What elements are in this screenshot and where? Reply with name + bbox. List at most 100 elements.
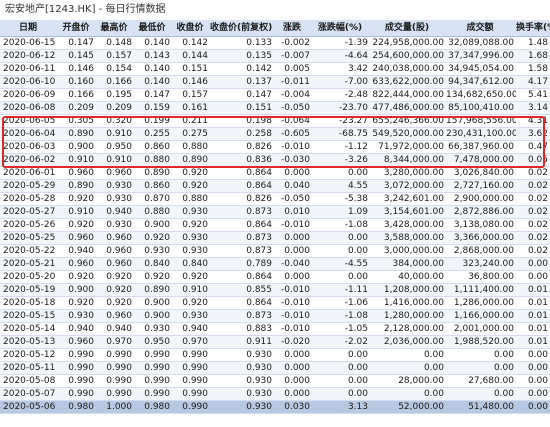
column-header[interactable]: 涨跌幅(%) xyxy=(312,20,370,37)
table-cell: 0.890 xyxy=(134,283,172,297)
column-header[interactable]: 收盘价(前复权) xyxy=(210,20,274,37)
table-cell: 0.880 xyxy=(172,192,210,206)
table-cell: 0.930 xyxy=(210,387,274,401)
table-row[interactable]: 2020-05-29 0.890 0.930 0.860 0.920 0.864 0.040… xyxy=(0,179,550,193)
table-cell: 34,945,054.00 xyxy=(446,62,516,76)
table-cell: 3,072,000.00 xyxy=(370,179,446,193)
table-cell: -1.05 xyxy=(312,322,370,336)
column-header[interactable]: 成交额 xyxy=(446,20,516,37)
table-cell: 0.000 xyxy=(274,348,312,362)
table-row[interactable]: 2020-05-27 0.910 0.940 0.880 0.930 0.873 0.010… xyxy=(0,205,550,219)
date-cell: 2020-06-11 xyxy=(0,62,58,76)
table-cell: 0.890 xyxy=(134,166,172,180)
date-cell: 2020-06-04 xyxy=(0,127,58,141)
table-cell: 0.920 xyxy=(172,179,210,193)
table-row[interactable]: 2020-05-15 0.930 0.960 0.900 0.930 0.873 -0.01… xyxy=(0,309,550,323)
column-header[interactable]: 最高价 xyxy=(96,20,134,37)
column-header[interactable]: 成交量(股) xyxy=(370,20,446,37)
table-cell: 0.990 xyxy=(172,387,210,401)
table-cell: 0.143 xyxy=(134,49,172,63)
table-cell: 0.320 xyxy=(96,114,134,128)
table-cell: 0.00 xyxy=(516,374,550,388)
column-header[interactable]: 收盘价 xyxy=(172,20,210,37)
table-cell: 40,000.00 xyxy=(370,270,446,284)
table-cell: 0.940 xyxy=(96,205,134,219)
table-cell: 0.00 xyxy=(312,231,370,245)
table-cell: 0.910 xyxy=(96,153,134,167)
table-cell: 0.864 xyxy=(210,296,274,310)
table-row[interactable]: 2020-05-25 0.960 0.960 0.920 0.930 0.873 0.000… xyxy=(0,231,550,245)
table-cell: 0.00 xyxy=(516,361,550,375)
table-cell: 4.31 xyxy=(516,114,550,128)
table-cell: 0.00 xyxy=(516,400,550,414)
column-header[interactable]: 换手率(%) xyxy=(516,20,550,37)
table-row[interactable]: 2020-06-09 0.166 0.195 0.147 0.157 0.147 -0.00… xyxy=(0,88,550,102)
table-cell: 224,958,000.00 xyxy=(370,36,446,50)
table-row[interactable]: 2020-05-18 0.920 0.920 0.900 0.920 0.864 -0.01… xyxy=(0,296,550,310)
column-header[interactable]: 开盘价 xyxy=(58,20,96,37)
table-cell: 0.890 xyxy=(58,127,96,141)
table-cell: 1,280,000.00 xyxy=(370,309,446,323)
table-row[interactable]: 2020-05-06 0.980 1.000 0.980 0.990 0.930 0.030… xyxy=(0,400,550,414)
table-cell: 1.09 xyxy=(312,205,370,219)
table-cell: -1.06 xyxy=(312,296,370,310)
table-cell: -1.12 xyxy=(312,140,370,154)
column-header[interactable]: 涨跌 xyxy=(274,20,312,37)
table-row[interactable]: 2020-06-01 0.960 0.960 0.890 0.920 0.864 0.000… xyxy=(0,166,550,180)
table-row[interactable]: 2020-06-03 0.900 0.950 0.860 0.880 0.826 -0.01… xyxy=(0,140,550,154)
date-cell: 2020-05-21 xyxy=(0,257,58,271)
table-cell: 0.960 xyxy=(96,244,134,258)
table-cell: 0.920 xyxy=(96,270,134,284)
table-cell: 0.02 xyxy=(516,192,550,206)
table-cell: 0.137 xyxy=(210,75,274,89)
table-cell: 0.970 xyxy=(96,335,134,349)
table-row[interactable]: 2020-05-22 0.940 0.960 0.930 0.930 0.873 0.000… xyxy=(0,244,550,258)
table-row[interactable]: 2020-05-19 0.900 0.920 0.890 0.910 0.855 -0.01… xyxy=(0,283,550,297)
table-row[interactable]: 2020-06-04 0.890 0.910 0.255 0.275 0.258 -0.60… xyxy=(0,127,550,141)
table-row[interactable]: 2020-05-11 0.990 0.990 0.990 0.990 0.930 0.000… xyxy=(0,361,550,375)
table-row[interactable]: 2020-05-13 0.960 0.970 0.950 0.970 0.911 -0.02… xyxy=(0,335,550,349)
date-cell: 2020-06-10 xyxy=(0,75,58,89)
table-cell: 0.00 xyxy=(370,361,446,375)
table-row[interactable]: 2020-05-07 0.990 0.990 0.990 0.990 0.930 0.000… xyxy=(0,387,550,401)
table-cell: 0.864 xyxy=(210,270,274,284)
date-cell: 2020-05-28 xyxy=(0,192,58,206)
table-cell: -0.007 xyxy=(274,49,312,63)
table-row[interactable]: 2020-05-28 0.920 0.930 0.870 0.880 0.826 -0.05… xyxy=(0,192,550,206)
table-cell: 0.990 xyxy=(134,361,172,375)
table-cell: -0.010 xyxy=(274,283,312,297)
table-cell: 0.166 xyxy=(58,88,96,102)
table-cell: 0.157 xyxy=(172,88,210,102)
table-cell: 0.930 xyxy=(210,400,274,414)
table-cell: 0.209 xyxy=(96,101,134,115)
table-cell: 0.05 xyxy=(516,153,550,167)
table-row[interactable]: 2020-06-08 0.209 0.209 0.159 0.161 0.151 -0.05… xyxy=(0,101,550,115)
table-cell: 0.147 xyxy=(210,88,274,102)
date-cell: 2020-05-20 xyxy=(0,270,58,284)
table-cell: 3,242,601.00 xyxy=(370,192,446,206)
table-row[interactable]: 2020-05-20 0.920 0.920 0.920 0.920 0.864 0.000… xyxy=(0,270,550,284)
table-row[interactable]: 2020-06-15 0.147 0.148 0.140 0.142 0.133 -0.00… xyxy=(0,36,550,50)
table-row[interactable]: 2020-05-21 0.960 0.960 0.840 0.840 0.789 -0.04… xyxy=(0,257,550,271)
table-cell: 0.47 xyxy=(516,140,550,154)
table-cell: 0.198 xyxy=(210,114,274,128)
table-row[interactable]: 2020-05-12 0.990 0.990 0.990 0.990 0.930 0.000… xyxy=(0,348,550,362)
table-cell: 0.900 xyxy=(134,218,172,232)
table-row[interactable]: 2020-06-11 0.146 0.154 0.140 0.151 0.142 0.005… xyxy=(0,62,550,76)
table-cell: 0.930 xyxy=(172,244,210,258)
table-row[interactable]: 2020-05-26 0.920 0.930 0.900 0.920 0.864 -0.01… xyxy=(0,218,550,232)
table-cell: -3.26 xyxy=(312,153,370,167)
table-cell: 0.920 xyxy=(96,283,134,297)
column-header[interactable]: 最低价 xyxy=(134,20,172,37)
table-cell: 7,478,000.00 xyxy=(446,153,516,167)
column-header[interactable]: 日期 xyxy=(0,20,58,37)
table-row[interactable]: 2020-06-12 0.145 0.157 0.143 0.144 0.135 -0.00… xyxy=(0,49,550,63)
table-cell: -4.55 xyxy=(312,257,370,271)
table-row[interactable]: 2020-05-08 0.990 0.990 0.990 0.990 0.930 0.000… xyxy=(0,374,550,388)
table-row[interactable]: 2020-06-02 0.910 0.910 0.880 0.890 0.836 -0.03… xyxy=(0,153,550,167)
table-cell: 0.855 xyxy=(210,283,274,297)
table-row[interactable]: 2020-05-14 0.940 0.940 0.930 0.940 0.883 -0.01… xyxy=(0,322,550,336)
table-row[interactable]: 2020-06-05 0.305 0.320 0.199 0.211 0.198 -0.06… xyxy=(0,114,550,128)
table-row[interactable]: 2020-06-10 0.160 0.166 0.140 0.146 0.137 -0.01… xyxy=(0,75,550,89)
table-cell: 0.930 xyxy=(58,309,96,323)
